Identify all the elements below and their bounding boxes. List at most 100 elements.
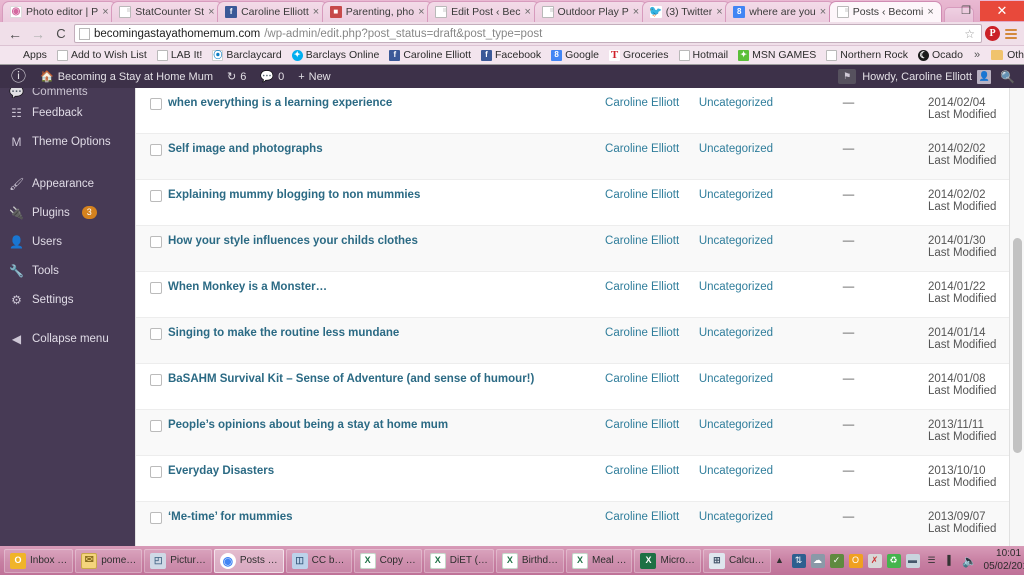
post-categories-cell[interactable]: Uncategorized [699, 456, 843, 502]
browser-tab[interactable]: 8 where are you × [725, 1, 835, 22]
howdy-label[interactable]: Howdy, Caroline Elliott [862, 71, 972, 83]
taskbar-item[interactable]: ◰ Pictur… [144, 548, 212, 573]
post-author-link[interactable]: Caroline Elliott [605, 511, 679, 523]
post-categories-cell[interactable]: Uncategorized [699, 318, 843, 364]
printer-error-icon[interactable]: ✗ [867, 553, 882, 568]
post-title-link[interactable]: Self image and photographs [168, 143, 323, 155]
table-row[interactable]: Self image and photographs Caroline Ellio… [136, 133, 1024, 180]
post-title-link[interactable]: when everything is a learning experience [168, 97, 392, 109]
taskbar-item[interactable]: O Inbox … [4, 548, 74, 573]
bookmark-item[interactable]: Northern Rock [821, 47, 913, 64]
page-scrollbar[interactable] [1009, 88, 1024, 546]
post-category-link[interactable]: Uncategorized [699, 97, 773, 109]
back-icon[interactable]: ← [5, 27, 25, 41]
close-icon[interactable]: × [820, 6, 829, 18]
row-checkbox[interactable] [150, 190, 162, 202]
other-bookmarks-folder[interactable]: Other bookmarks [986, 47, 1024, 64]
close-icon[interactable]: × [927, 6, 936, 18]
recycle-icon[interactable]: ♻ [886, 553, 901, 568]
close-icon[interactable]: × [418, 6, 427, 18]
bookmark-item[interactable]: LAB It! [152, 47, 208, 64]
table-row[interactable]: How your style influences your childs cl… [136, 225, 1024, 272]
address-bar[interactable]: becomingastayathomemum.com/wp-admin/edit… [74, 24, 982, 43]
bookmark-star-icon[interactable]: ☆ [964, 27, 977, 41]
post-author-link[interactable]: Caroline Elliott [605, 235, 679, 247]
maximize-button[interactable]: ❐ [952, 1, 980, 21]
row-checkbox-cell[interactable] [136, 502, 168, 547]
row-checkbox[interactable] [150, 98, 162, 110]
post-categories-cell[interactable]: Uncategorized [699, 180, 843, 226]
row-checkbox-cell[interactable] [136, 180, 168, 226]
browser-tab[interactable]: Outdoor Play P × [533, 1, 648, 22]
taskbar-item[interactable]: X Copy … [353, 548, 422, 573]
post-category-link[interactable]: Uncategorized [699, 465, 773, 477]
sync-icon[interactable]: ⇅ [791, 553, 806, 568]
row-checkbox[interactable] [150, 144, 162, 156]
table-row[interactable]: Everyday Disasters Caroline Elliott Uncate… [136, 456, 1024, 502]
row-checkbox-cell[interactable] [136, 88, 168, 134]
bookmark-item[interactable]: 8 Google [546, 47, 604, 64]
close-icon[interactable]: × [633, 6, 642, 18]
bookmark-item[interactable]: f Facebook [476, 47, 546, 64]
table-row[interactable]: when everything is a learning experience… [136, 88, 1024, 134]
post-title-cell[interactable]: Self image and photographs [168, 134, 605, 180]
row-checkbox-cell[interactable] [136, 364, 168, 410]
flag-icon[interactable]: ⚑ [838, 69, 857, 84]
signal-icon[interactable]: ☰ [925, 554, 939, 568]
taskbar-item[interactable]: X DiET (… [423, 548, 494, 573]
post-author-cell[interactable]: Caroline Elliott [605, 180, 699, 226]
browser-tab-active[interactable]: Posts ‹ Becomi × [828, 1, 943, 22]
table-row[interactable]: BaSAHM Survival Kit – Sense of Adventure… [136, 364, 1024, 410]
post-category-link[interactable]: Uncategorized [699, 511, 773, 523]
post-author-link[interactable]: Caroline Elliott [605, 143, 679, 155]
bookmark-apps[interactable]: Apps [4, 47, 52, 64]
table-row[interactable]: ‘Me-time’ for mummies Caroline Elliott Unc… [136, 501, 1024, 547]
taskbar-item[interactable]: X Meal … [566, 548, 633, 573]
post-category-link[interactable]: Uncategorized [699, 143, 773, 155]
post-title-link[interactable]: Everyday Disasters [168, 465, 274, 477]
sidebar-item-users[interactable]: 👤 Users [0, 227, 135, 256]
bookmark-item[interactable]: ✦ MSN GAMES [733, 47, 821, 64]
taskbar-clock[interactable]: 10:01 05/02/2014 [982, 548, 1024, 573]
post-title-link[interactable]: People’s opinions about being a stay at … [168, 419, 448, 431]
post-author-cell[interactable]: Caroline Elliott [605, 134, 699, 180]
battery-icon[interactable]: ▌ [944, 554, 958, 568]
bookmark-item[interactable]: ⦿ Barclaycard [207, 47, 286, 64]
browser-tab[interactable]: ■ Parenting, pho × [321, 1, 434, 22]
post-author-link[interactable]: Caroline Elliott [605, 189, 679, 201]
sidebar-item-theme-options[interactable]: M Theme Options [0, 127, 135, 156]
taskbar-item[interactable]: ⊞ Calcu… [702, 548, 771, 573]
post-category-link[interactable]: Uncategorized [699, 189, 773, 201]
post-title-link[interactable]: How your style influences your childs cl… [168, 235, 418, 247]
row-checkbox[interactable] [150, 374, 162, 386]
close-icon[interactable]: × [208, 6, 217, 18]
post-categories-cell[interactable]: Uncategorized [699, 410, 843, 456]
close-icon[interactable]: × [525, 6, 534, 18]
post-title-link[interactable]: BaSAHM Survival Kit – Sense of Adventure… [168, 373, 534, 385]
row-checkbox[interactable] [150, 282, 162, 294]
taskbar-item[interactable]: ✉ pome… [75, 548, 143, 573]
post-author-cell[interactable]: Caroline Elliott [605, 456, 699, 502]
post-category-link[interactable]: Uncategorized [699, 373, 773, 385]
show-hidden-icon[interactable]: ▲ [773, 554, 787, 568]
sidebar-item-tools[interactable]: 🔧 Tools [0, 256, 135, 285]
comments-menu[interactable]: 💬 0 [253, 65, 291, 88]
taskbar-item[interactable]: X Birthd… [495, 548, 565, 573]
sidebar-item-appearance[interactable]: 🖌 Appearance [0, 169, 135, 198]
post-categories-cell[interactable]: Uncategorized [699, 88, 843, 134]
bookmark-item[interactable]: f Caroline Elliott [384, 47, 476, 64]
post-author-cell[interactable]: Caroline Elliott [605, 226, 699, 272]
post-title-link[interactable]: ‘Me-time’ for mummies [168, 511, 293, 523]
post-category-link[interactable]: Uncategorized [699, 327, 773, 339]
close-window-button[interactable]: ✕ [980, 0, 1024, 21]
post-author-cell[interactable]: Caroline Elliott [605, 318, 699, 364]
browser-tab[interactable]: StatCounter St × [111, 1, 224, 22]
avatar[interactable]: 👤 [977, 69, 992, 84]
post-categories-cell[interactable]: Uncategorized [699, 502, 843, 547]
volume-icon[interactable]: 🔈 [962, 554, 977, 568]
sidebar-item-feedback[interactable]: ☷ Feedback [0, 98, 135, 127]
post-author-cell[interactable]: Caroline Elliott [605, 410, 699, 456]
post-categories-cell[interactable]: Uncategorized [699, 226, 843, 272]
post-title-cell[interactable]: ‘Me-time’ for mummies [168, 502, 605, 547]
post-title-cell[interactable]: Singing to make the routine less mundane [168, 318, 605, 364]
